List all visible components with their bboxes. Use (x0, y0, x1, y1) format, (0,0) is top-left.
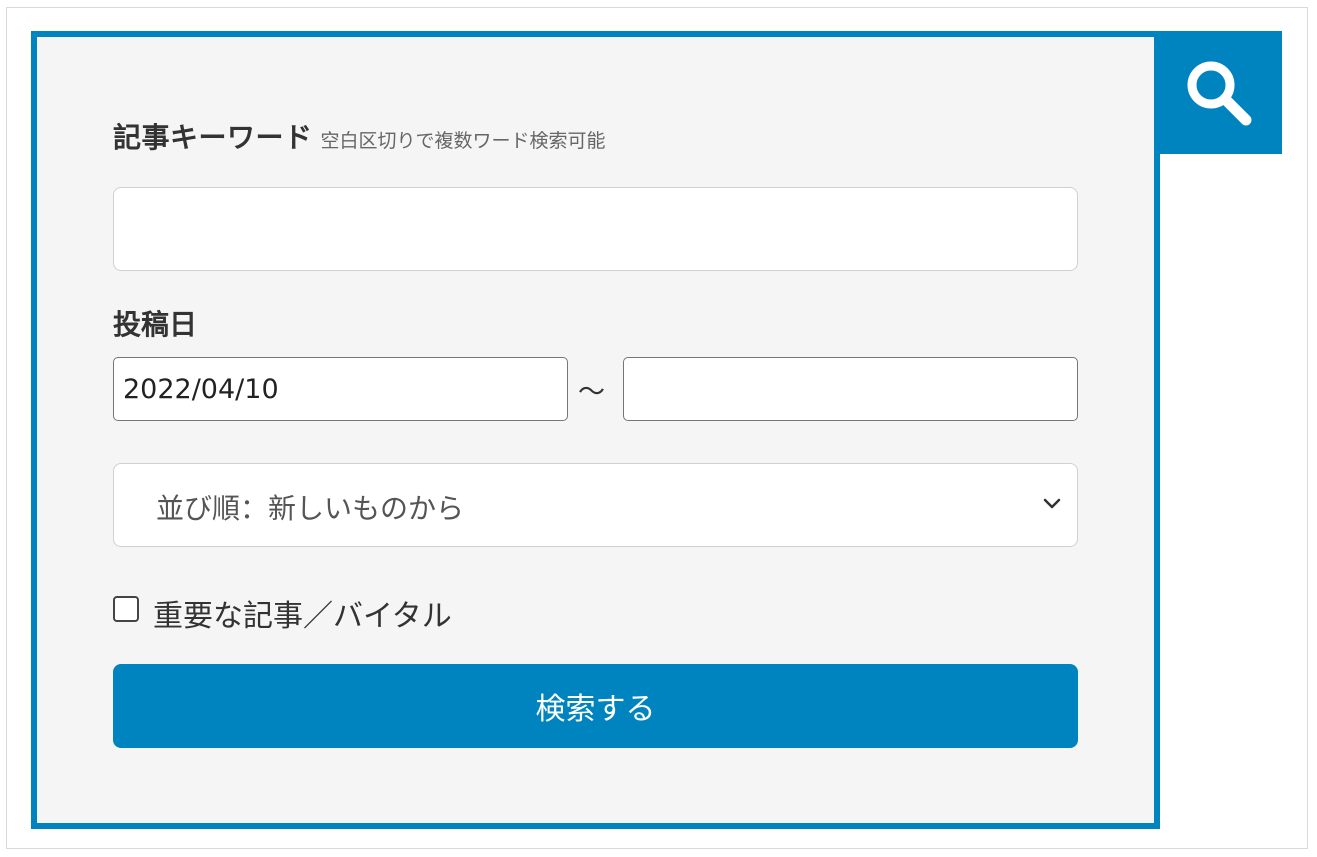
keyword-input[interactable] (113, 187, 1078, 271)
date-range-separator: ～ (578, 377, 605, 408)
keyword-hint: 空白区切りで複数ワード検索可能 (320, 130, 606, 152)
important-articles-checkbox[interactable] (113, 596, 139, 622)
search-submit-button[interactable]: 検索する (113, 664, 1078, 748)
date-label: 投稿日 (113, 308, 198, 341)
keyword-label: 記事キーワード (113, 121, 313, 154)
search-tab[interactable] (1154, 31, 1282, 154)
search-icon (1187, 61, 1252, 126)
chevron-down-icon (1043, 498, 1061, 509)
date-from-input[interactable] (113, 357, 568, 421)
sort-order-select[interactable]: 並び順：新しいものから (113, 463, 1078, 547)
date-to-input[interactable] (623, 357, 1078, 421)
sort-order-value: 並び順：新しいものから (156, 492, 465, 525)
important-articles-label: 重要な記事／バイタル (153, 599, 452, 634)
keyword-heading: 記事キーワード 空白区切りで複数ワード検索可能 (113, 116, 606, 156)
